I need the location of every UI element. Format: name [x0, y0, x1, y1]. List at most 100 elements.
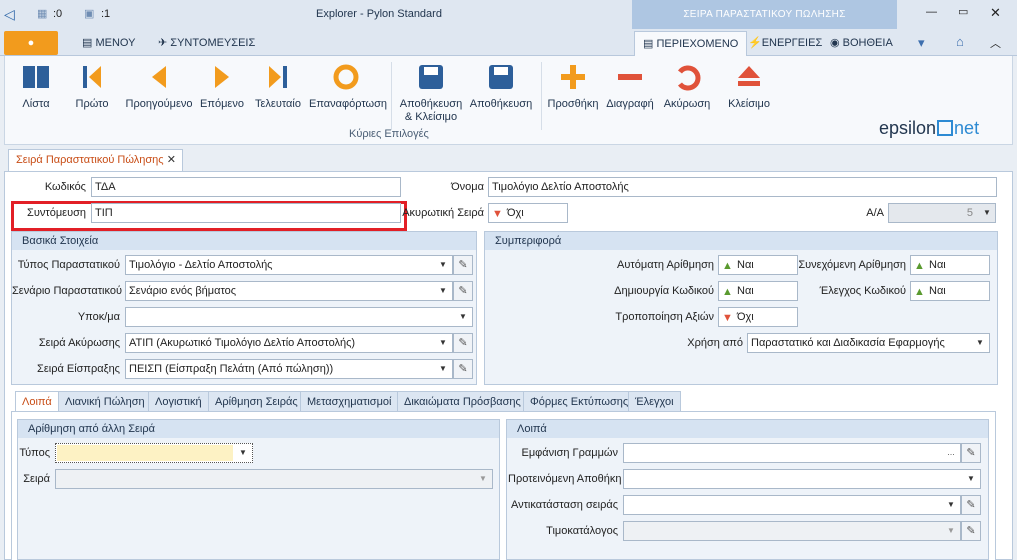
- used-by-label: Χρήση από: [687, 337, 743, 349]
- tab-transformations[interactable]: Μετασχηματισμοί: [300, 391, 399, 412]
- collapse-ribbon-icon[interactable]: ︿: [990, 35, 1001, 51]
- app-menu-button[interactable]: ●: [4, 31, 58, 55]
- chevron-down-icon[interactable]: ▼: [434, 360, 452, 378]
- home-icon[interactable]: ⌂: [956, 34, 964, 49]
- chevron-down-icon[interactable]: ▼: [434, 256, 452, 274]
- minus-icon: [618, 74, 642, 80]
- continuous-numbering-field[interactable]: ▲ Ναι: [910, 255, 990, 275]
- name-field[interactable]: Τιμολόγιο Δελτίο Αποστολής: [488, 177, 997, 197]
- edit-icon[interactable]: ✎: [961, 495, 981, 515]
- receipt-series-select[interactable]: ΠΕΙΣΠ (Είσπραξη Πελάτη (Από πώληση)) ▼: [125, 359, 453, 379]
- edit-icon[interactable]: ✎: [453, 281, 473, 301]
- replace-series-label: Αντικατάσταση σειράς: [510, 499, 618, 511]
- close-button[interactable]: ✕: [990, 5, 1001, 21]
- continuous-numbering-label: Συνεχόμενη Αρίθμηση: [798, 259, 906, 271]
- replace-series-field[interactable]: ▼: [623, 495, 961, 515]
- numbering-series-label: Σειρά: [23, 473, 50, 485]
- tab-shortcuts[interactable]: ✈ ΣΥΝΤΟΜΕΥΣΕΙΣ: [150, 31, 263, 56]
- tab-help[interactable]: ◉ ΒΟΗΘΕΙΑ: [822, 31, 901, 56]
- warehouse-field[interactable]: ▼: [623, 469, 981, 489]
- delete-button[interactable]: Διαγραφή: [605, 60, 655, 111]
- chevron-down-icon[interactable]: ▼: [971, 334, 989, 352]
- auto-numbering-label: Αυτόματη Αρίθμηση: [617, 259, 714, 271]
- thumbs-up-icon: ▲: [722, 286, 733, 298]
- cancel-button[interactable]: Ακύρωση: [661, 60, 713, 111]
- pin-icon: ✈: [158, 37, 171, 49]
- show-lines-field[interactable]: …: [623, 443, 961, 463]
- create-code-field[interactable]: ▲ Ναι: [718, 281, 798, 301]
- close-tab-icon[interactable]: ✕: [167, 150, 176, 171]
- chevron-down-icon: ▼: [479, 474, 487, 483]
- tab-menu[interactable]: ▤ ΜΕΝΟΥ: [74, 31, 143, 56]
- cancel-series-field[interactable]: ▼ Όχι: [488, 203, 568, 223]
- branch-field[interactable]: ▼: [125, 307, 473, 327]
- grid-icon[interactable]: ▦: [37, 7, 47, 20]
- restore-button[interactable]: Επαναφόρτωση: [309, 60, 387, 111]
- refresh-icon: [333, 64, 359, 90]
- next-button[interactable]: Επόμενο: [199, 60, 245, 111]
- edit-icon[interactable]: ✎: [453, 255, 473, 275]
- previous-button[interactable]: Προηγούμενο: [123, 60, 195, 111]
- aa-label: Α/Α: [866, 207, 884, 219]
- add-button[interactable]: Προσθήκη: [547, 60, 599, 111]
- aa-field: 5 ▼: [888, 203, 996, 223]
- first-button[interactable]: Πρώτο: [67, 60, 117, 111]
- context-tab-title: ΣΕΙΡΑ ΠΑΡΑΣΤΑΤΙΚΟΥ ΠΩΛΗΣΗΣ: [632, 0, 897, 29]
- branch-label: Υποκ/μα: [77, 311, 120, 323]
- check-code-field[interactable]: ▲ Ναι: [910, 281, 990, 301]
- edit-icon[interactable]: ✎: [961, 521, 981, 541]
- show-lines-label: Εμφάνιση Γραμμών: [521, 447, 618, 459]
- auto-numbering-field[interactable]: ▲ Ναι: [718, 255, 798, 275]
- count-b: :1: [101, 8, 111, 20]
- document-tab[interactable]: Σειρά Παραστατικού Πώλησης ✕: [8, 149, 183, 171]
- modify-values-field[interactable]: ▼ Όχι: [718, 307, 798, 327]
- last-icon: [269, 66, 287, 88]
- previous-icon: [152, 66, 166, 88]
- code-field[interactable]: ΤΔΑ: [91, 177, 401, 197]
- tab-content[interactable]: ▤ ΠΕΡΙΕΧΟΜΕΝΟ: [634, 31, 748, 56]
- next-icon: [215, 66, 229, 88]
- tab-checks[interactable]: Έλεγχοι: [628, 391, 681, 412]
- edit-icon[interactable]: ✎: [453, 333, 473, 353]
- user-icon[interactable]: ▾: [918, 35, 925, 51]
- shortcut-label: Συντόμευση: [27, 207, 86, 219]
- list-button[interactable]: Λίστα: [13, 60, 59, 111]
- tab-retail[interactable]: Λιανική Πώληση: [58, 391, 152, 412]
- maximize-button[interactable]: ▭: [958, 5, 968, 18]
- app-logo-icon: ◁: [4, 6, 15, 22]
- tab-series-numbering[interactable]: Αρίθμηση Σειράς: [208, 391, 305, 412]
- close-doc-button[interactable]: Κλείσιμο: [723, 60, 775, 111]
- tab-access-rights[interactable]: Δικαιώματα Πρόσβασης: [397, 391, 528, 412]
- shortcut-field[interactable]: ΤΙΠ: [91, 203, 401, 223]
- chevron-down-icon[interactable]: ▼: [962, 470, 980, 488]
- tab-print-forms[interactable]: Φόρμες Εκτύπωσης: [523, 391, 636, 412]
- more-icon[interactable]: …: [942, 444, 960, 462]
- edit-icon[interactable]: ✎: [961, 443, 981, 463]
- last-button[interactable]: Τελευταίο: [253, 60, 303, 111]
- pricelist-label: Τιμοκατάλογος: [546, 525, 618, 537]
- tab-accounting[interactable]: Λογιστική: [148, 391, 209, 412]
- tab-other[interactable]: Λοιπά: [15, 391, 59, 413]
- thumbs-up-icon: ▲: [914, 260, 925, 272]
- code-label: Κωδικός: [44, 181, 86, 193]
- chevron-down-icon[interactable]: ▼: [434, 282, 452, 300]
- minimize-button[interactable]: —: [926, 6, 937, 18]
- thumbs-down-icon: ▼: [722, 312, 733, 324]
- save-close-button[interactable]: Αποθήκευση & Κλείσιμο: [399, 60, 463, 124]
- edit-icon[interactable]: ✎: [453, 359, 473, 379]
- used-by-field[interactable]: Παραστατικό και Διαδικασία Εφαρμογής ▼: [747, 333, 990, 353]
- chevron-down-icon[interactable]: ▼: [234, 444, 252, 462]
- numbering-type-field[interactable]: ▼: [55, 443, 253, 463]
- scenario-field[interactable]: Σενάριο ενός βήματος ▼: [125, 281, 453, 301]
- cancel-series-select[interactable]: ΑΤΙΠ (Ακυρωτικό Τιμολόγιο Δελτίο Αποστολ…: [125, 333, 453, 353]
- menu-icon: ▤: [82, 37, 96, 49]
- save-button[interactable]: Αποθήκευση: [469, 60, 533, 111]
- create-code-label: Δημιουργία Κωδικού: [614, 285, 714, 297]
- train-icon[interactable]: ▣: [84, 7, 94, 20]
- chevron-down-icon[interactable]: ▼: [942, 496, 960, 514]
- chevron-down-icon[interactable]: ▼: [434, 334, 452, 352]
- type-field[interactable]: Τιμολόγιο - Δελτίο Αποστολής ▼: [125, 255, 453, 275]
- chevron-down-icon[interactable]: ▼: [454, 308, 472, 326]
- tab-actions[interactable]: ⚡ΕΝΕΡΓΕΙΕΣ: [740, 31, 830, 56]
- numbering-type-label: Τύπος: [19, 447, 50, 459]
